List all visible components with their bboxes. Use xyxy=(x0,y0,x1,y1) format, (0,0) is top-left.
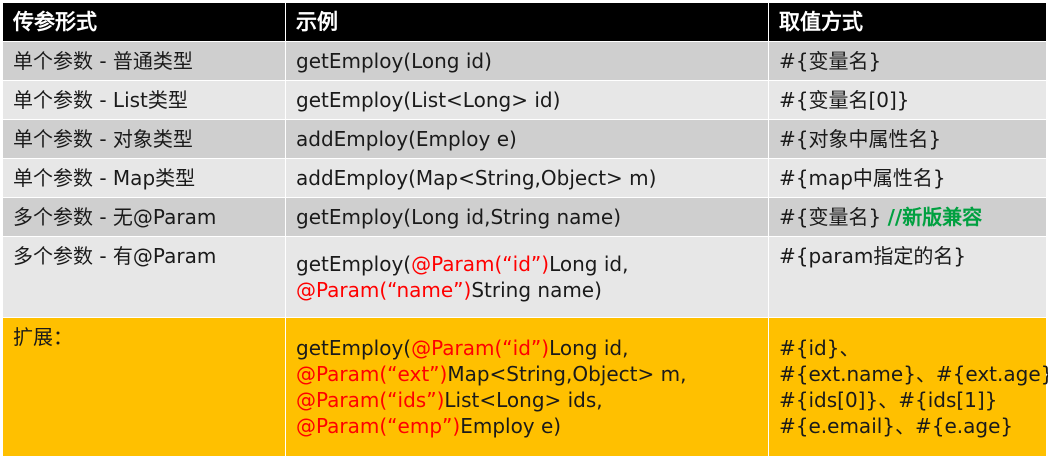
param-annotation-text: @Param(“ids”) xyxy=(296,388,445,412)
table-row: 单个参数 - Map类型 addEmploy(Map<String,Object… xyxy=(2,158,1047,198)
cell-line: getEmploy(@Param(“id”)Long id, xyxy=(296,251,758,277)
cell-line: #{e.email}、#{e.age} xyxy=(779,413,1036,439)
param-annotation-text: @Param(“id”) xyxy=(411,252,550,276)
cell-line: @Param(“name”)String name) xyxy=(296,277,758,303)
param-type-cell: 多个参数 - 无@Param xyxy=(2,197,286,237)
value-cell: #{map中属性名} xyxy=(768,158,1047,198)
value-cell: #{变量名} xyxy=(768,41,1047,81)
table-row: 单个参数 - List类型 getEmploy(List<Long> id) #… xyxy=(2,80,1047,120)
code-text: #{ext.name}、#{ext.age} xyxy=(779,362,1048,386)
cell-line: addEmploy(Map<String,Object> m) xyxy=(296,165,758,191)
param-annotation-text: @Param(“ext”) xyxy=(296,362,448,386)
value-cell: #{param指定的名} xyxy=(768,236,1047,318)
code-text: #{变量名} xyxy=(779,49,882,73)
code-text: #{变量名[0]} xyxy=(779,88,910,112)
cell-line: getEmploy(List<Long> id) xyxy=(296,87,758,113)
example-cell: getEmploy(@Param(“id”)Long id, @Param(“ex… xyxy=(285,317,769,457)
code-text: Long id, xyxy=(549,252,629,276)
code-text: addEmploy(Map<String,Object> m) xyxy=(296,166,657,190)
example-cell: getEmploy(List<Long> id) xyxy=(285,80,769,120)
param-type-cell: 单个参数 - 对象类型 xyxy=(2,119,286,159)
code-text: getEmploy( xyxy=(296,252,412,276)
cell-line: #{变量名[0]} xyxy=(779,87,1036,113)
cell-line: @Param(“ext”)Map<String,Object> m, xyxy=(296,361,758,387)
code-text: #{e.email}、#{e.age} xyxy=(779,414,1014,438)
code-text: String name) xyxy=(471,278,602,302)
table-row: 多个参数 - 无@Param getEmploy(Long id,String … xyxy=(2,197,1047,237)
cell-line: #{param指定的名} xyxy=(779,243,1036,269)
param-annotation-text: @Param(“emp”) xyxy=(296,414,461,438)
cell-line: getEmploy(Long id,String name) xyxy=(296,204,758,230)
cell-line: #{变量名} xyxy=(779,48,1036,74)
cell-line: #{ids[0]}、#{ids[1]} xyxy=(779,387,1036,413)
cell-line: @Param(“ids”)List<Long> ids, xyxy=(296,387,758,413)
param-type-cell: 单个参数 - 普通类型 xyxy=(2,41,286,81)
header-cell-example: 示例 xyxy=(285,2,769,42)
param-type-cell: 多个参数 - 有@Param xyxy=(2,236,286,318)
example-cell: getEmploy(@Param(“id”)Long id, @Param(“na… xyxy=(285,236,769,318)
code-text: Employ e) xyxy=(460,414,562,438)
example-cell: addEmploy(Employ e) xyxy=(285,119,769,159)
cell-line: #{map中属性名} xyxy=(779,165,1036,191)
code-text: #{map中属性名} xyxy=(779,166,946,190)
value-cell: #{id}、 #{ext.name}、#{ext.age} #{ids[0]}、#{… xyxy=(768,317,1048,457)
code-text: getEmploy(Long id) xyxy=(296,49,492,73)
param-type-cell: 单个参数 - Map类型 xyxy=(2,158,286,198)
code-text: getEmploy(Long id,String name) xyxy=(296,205,622,229)
code-text: #{变量名} xyxy=(779,205,888,229)
header-row: 传参形式 示例 取值方式 xyxy=(2,2,1047,42)
code-text: Map<String,Object> m, xyxy=(447,362,687,386)
example-cell: getEmploy(Long id,String name) xyxy=(285,197,769,237)
cell-line: @Param(“emp”)Employ e) xyxy=(296,413,758,439)
table-row: 单个参数 - 对象类型 addEmploy(Employ e) #{对象中属性名… xyxy=(2,119,1047,159)
table-row: 多个参数 - 有@Param getEmploy(@Param(“id”)Lon… xyxy=(2,236,1047,318)
value-cell: #{变量名[0]} xyxy=(768,80,1047,120)
cell-line: #{对象中属性名} xyxy=(779,126,1036,152)
code-text: List<Long> ids, xyxy=(444,388,603,412)
cell-line: getEmploy(Long id) xyxy=(296,48,758,74)
code-text: getEmploy( xyxy=(296,336,412,360)
code-text: #{id}、 xyxy=(779,336,860,360)
cell-line: #{id}、 xyxy=(779,335,1036,361)
code-text: #{param指定的名} xyxy=(779,244,967,268)
header-cell-value-method: 取值方式 xyxy=(768,2,1047,42)
cell-line: #{变量名} //新版兼容 xyxy=(779,204,1036,230)
param-annotation-text: @Param(“name”) xyxy=(296,278,472,302)
value-cell: #{对象中属性名} xyxy=(768,119,1047,159)
cell-line: #{ext.name}、#{ext.age} xyxy=(779,361,1048,387)
example-cell: addEmploy(Map<String,Object> m) xyxy=(285,158,769,198)
code-text: #{ids[0]}、#{ids[1]} xyxy=(779,388,998,412)
param-annotation-text: @Param(“id”) xyxy=(411,336,550,360)
table-row: 单个参数 - 普通类型 getEmploy(Long id) #{变量名} xyxy=(2,41,1047,81)
code-text: getEmploy(List<Long> id) xyxy=(296,88,561,112)
code-text: addEmploy(Employ e) xyxy=(296,127,517,151)
cell-line: addEmploy(Employ e) xyxy=(296,126,758,152)
value-cell: #{变量名} //新版兼容 xyxy=(768,197,1047,237)
code-text: #{对象中属性名} xyxy=(779,127,942,151)
extension-row: 扩展： getEmploy(@Param(“id”)Long id, @Param… xyxy=(2,317,1048,457)
comment-text: //新版兼容 xyxy=(887,205,983,229)
example-cell: getEmploy(Long id) xyxy=(285,41,769,81)
param-table: 传参形式 示例 取值方式 单个参数 - 普通类型 getEmploy(Long … xyxy=(2,2,1048,457)
code-text: Long id, xyxy=(549,336,629,360)
cell-line: getEmploy(@Param(“id”)Long id, xyxy=(296,335,758,361)
header-cell-param-type: 传参形式 xyxy=(2,2,286,42)
param-type-cell: 单个参数 - List类型 xyxy=(2,80,286,120)
param-type-cell: 扩展： xyxy=(2,317,286,457)
